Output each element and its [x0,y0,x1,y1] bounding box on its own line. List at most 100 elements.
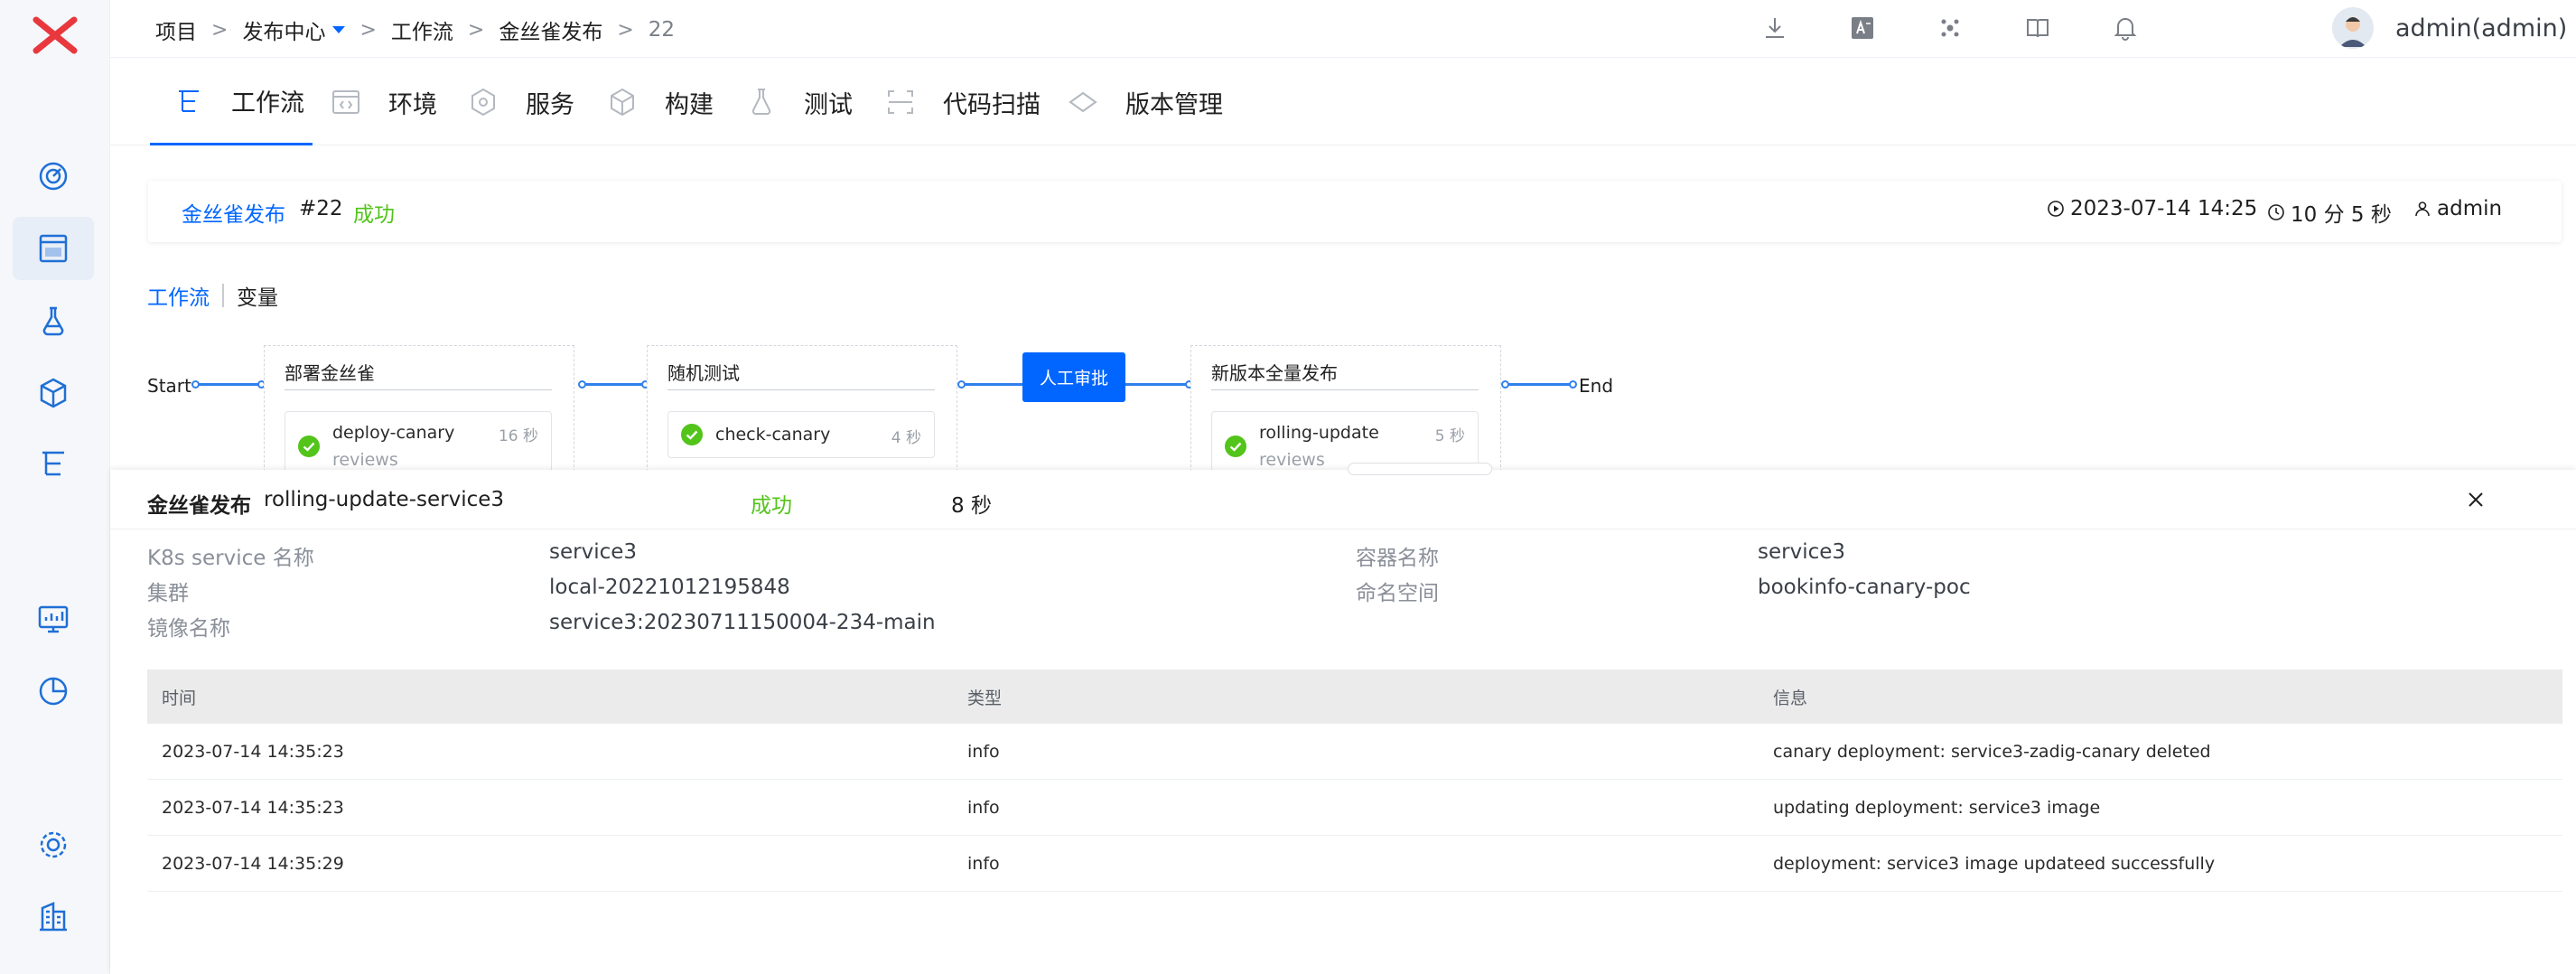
workflow-name-link[interactable]: 金丝雀发布 [182,197,285,228]
breadcrumb-workflow-name[interactable]: 金丝雀发布 [499,14,602,45]
subtab-variables[interactable]: 变量 [237,280,278,311]
pipeline-graph: Start 部署金丝雀 deploy-canary reviews 16 秒 随… [0,334,1680,483]
connector-line [1508,383,1572,386]
sidebar-item-statistics[interactable] [13,660,94,723]
task-summary: 金丝雀发布 #22 成功 2023-07-14 14:25 10 分 5 秒 a… [148,181,2562,242]
tab-environment[interactable]: 环境 [331,59,437,145]
image-value: service3:20230711150004-234-main [549,611,936,634]
connector-line [1125,383,1187,386]
code-scan-icon [888,90,913,114]
tab-service[interactable]: 服务 [468,59,574,145]
apps-button[interactable] [1935,13,1965,43]
table-row: 2023-07-14 14:35:23 info updating deploy… [147,780,2562,836]
sidebar-item-projects[interactable] [13,217,94,280]
tab-label: 版本管理 [1125,90,1223,119]
tab-label: 构建 [665,90,714,119]
top-bar: 项目 > 发布中心 > 工作流 > 金丝雀发布 > 22 admin(admin… [110,0,2576,58]
cell-type: info [967,853,1000,874]
cell-message: updating deployment: service3 image [1773,797,2101,818]
job-duration: 4 秒 [891,429,921,447]
breadcrumb-release-center-label: 发布中心 [242,21,326,44]
duration: 10 分 5 秒 [2267,197,2392,228]
creator-value: admin [2437,197,2503,220]
cell-message: canary deployment: service3-zadig-canary… [1773,741,2211,762]
success-check-icon [681,424,703,445]
flask-icon [42,306,64,336]
job-name: check-canary [715,425,831,445]
breadcrumb-release-center[interactable]: 发布中心 [242,14,346,45]
avatar [2332,7,2374,49]
k8s-service-value: service3 [549,540,638,564]
table-header: 时间 类型 信息 [147,670,2562,724]
stage-title: 部署金丝雀 [285,362,375,384]
download-button[interactable] [1759,13,1790,43]
service-icon [471,88,495,117]
sidebar-item-enterprise[interactable] [13,885,94,949]
docs-button[interactable] [2022,13,2053,43]
job-duration: 16 秒 [498,427,538,445]
job-detail-panel: 金丝雀发布 rolling-update-service3 成功 8 秒 K8s… [110,463,2576,974]
breadcrumb-workflow[interactable]: 工作流 [391,14,453,45]
tab-code-scan[interactable]: 代码扫描 [885,59,1041,145]
build-icon [611,88,634,117]
sidebar [0,0,110,974]
stage-divider [285,389,552,390]
building-icon [40,902,67,932]
breadcrumb-separator: > [467,18,485,42]
job-name: rolling-update [1259,423,1379,443]
stage-random-test: 随机测试 check-canary 4 秒 [647,345,957,472]
version-icon [1069,91,1097,113]
cell-message: deployment: service3 image updateed succ… [1773,853,2216,874]
sidebar-item-monitor[interactable] [13,587,94,651]
table-row: 2023-07-14 14:35:23 info canary deployme… [147,724,2562,780]
sidebar-item-overview[interactable] [13,145,94,208]
cell-time: 2023-07-14 14:35:23 [162,797,344,818]
panel-header: 金丝雀发布 rolling-update-service3 成功 8 秒 [110,470,2576,529]
user-menu[interactable]: admin(admin) [2332,7,2567,49]
download-icon [1766,18,1784,38]
subtab-divider [222,284,224,307]
breadcrumb-separator: > [617,18,634,42]
connector-dot [1569,380,1577,389]
connector-line [199,383,258,386]
tab-test[interactable]: 测试 [746,59,853,145]
subtab-workflow[interactable]: 工作流 [147,280,210,311]
sidebar-item-settings[interactable] [13,813,94,876]
workflow-icon [179,89,199,112]
namespace-value: bookinfo-canary-poc [1758,576,1971,599]
creator: admin [2413,197,2502,220]
notifications-button[interactable] [2110,13,2141,43]
dashboard-icon [39,162,68,191]
breadcrumb-project[interactable]: 项目 [155,14,197,45]
tab-version[interactable]: 版本管理 [1068,59,1223,145]
job-duration: 5 秒 [1434,427,1465,445]
pipeline-end: End [1579,375,1614,397]
zadig-logo[interactable] [33,16,78,54]
k8s-service-label: K8s service 名称 [147,547,314,570]
breadcrumb-separator: > [359,18,377,42]
project-tabs: 工作流 环境 服务 构建 测试 代码扫描 版本管理 [110,59,2576,145]
stage-deploy-canary: 部署金丝雀 deploy-canary reviews 16 秒 [264,345,574,483]
tab-label: 服务 [526,90,574,119]
job-service: reviews [332,450,398,470]
tab-workflow[interactable]: 工作流 [150,59,313,145]
cluster-label: 集群 [147,582,189,605]
namespace-label: 命名空间 [1356,582,1439,605]
cell-type: info [967,741,1000,762]
tab-label: 代码扫描 [943,90,1041,119]
start-time: 2023-07-14 14:25 [2047,197,2257,220]
manual-approval-button[interactable]: 人工审批 [1022,352,1125,402]
pipeline-start: Start [147,375,191,397]
job-card[interactable]: check-canary 4 秒 [667,411,935,458]
duration-value: 10 分 5 秒 [2291,203,2392,227]
tab-label: 环境 [388,90,437,119]
cell-time: 2023-07-14 14:35:23 [162,741,344,762]
environment-icon [332,90,359,114]
task-number: #22 [299,197,343,220]
tab-build[interactable]: 构建 [607,59,714,145]
caret-down-icon [332,26,346,33]
close-icon[interactable] [2465,489,2487,510]
language-button[interactable] [1847,13,1878,43]
project-icon [39,234,68,263]
panel-job-name: rolling-update-service3 [264,488,505,511]
